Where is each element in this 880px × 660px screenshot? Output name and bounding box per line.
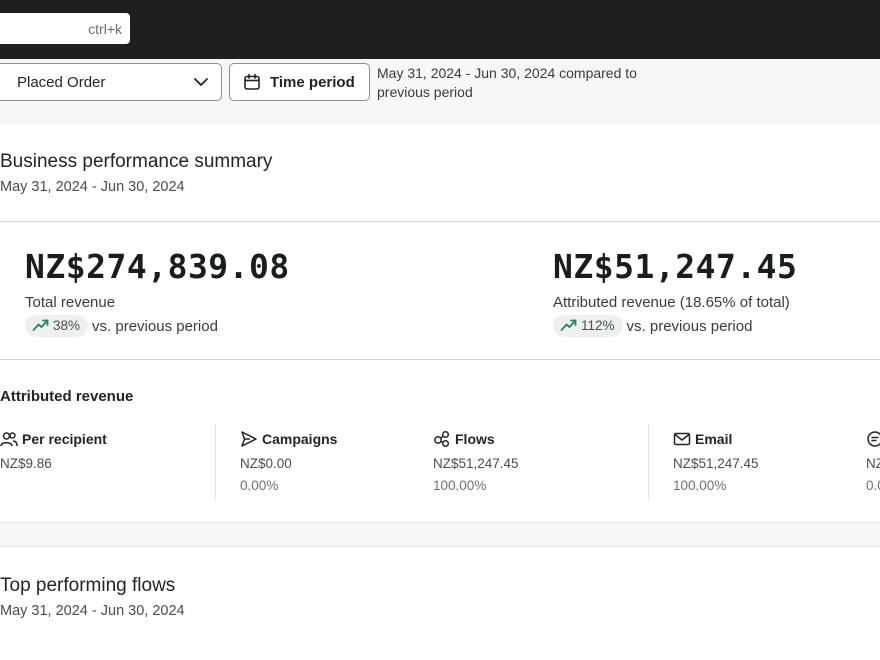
stat-percent: 100.00% bbox=[673, 478, 727, 493]
search-shortcut-hint: ctrl+k bbox=[88, 21, 122, 37]
change-value: 112% bbox=[581, 318, 615, 333]
stat-campaigns: Campaigns NZ$0.00 0.00% bbox=[240, 430, 337, 493]
stat-per-recipient: Per recipient NZ$9.86 bbox=[0, 430, 107, 471]
stat-label: Campaigns bbox=[262, 431, 338, 447]
change-suffix: vs. previous period bbox=[92, 317, 218, 335]
sms-icon bbox=[867, 431, 880, 447]
total-revenue-change: 38% vs. previous period bbox=[25, 315, 218, 337]
attributed-revenue-title: Attributed revenue bbox=[0, 388, 134, 405]
mail-icon bbox=[673, 432, 691, 446]
stat-value: NZ$51,247.45 bbox=[673, 456, 759, 471]
stat-percent: 100.00% bbox=[433, 478, 487, 493]
send-icon bbox=[241, 431, 257, 447]
divider bbox=[215, 424, 216, 499]
metric-select[interactable]: Placed Order bbox=[0, 63, 222, 101]
stat-email: Email NZ$51,247.45 100.00% bbox=[673, 430, 759, 493]
total-revenue-amount: NZ$274,839.08 bbox=[25, 247, 290, 286]
stat-percent: 0.0 bbox=[866, 478, 880, 493]
stat-flows: Flows NZ$51,247.45 100.00% bbox=[433, 430, 519, 493]
time-period-button[interactable]: Time period bbox=[229, 63, 370, 101]
top-bar: ctrl+k bbox=[0, 0, 880, 59]
people-icon bbox=[0, 432, 18, 447]
stat-label: Flows bbox=[455, 431, 495, 447]
revenue-summary-box: NZ$274,839.08 Total revenue 38% vs. prev… bbox=[0, 221, 880, 360]
flows-icon bbox=[434, 430, 450, 448]
period-comparison-text: May 31, 2024 - Jun 30, 2024 compared to … bbox=[377, 65, 637, 100]
chevron-down-icon bbox=[194, 78, 208, 86]
section-date-range: May 31, 2024 - Jun 30, 2024 bbox=[0, 179, 185, 195]
top-flows-card: Top performing flows May 31, 2024 - Jun … bbox=[0, 546, 880, 660]
time-period-button-label: Time period bbox=[270, 74, 355, 91]
search-input[interactable]: ctrl+k bbox=[0, 13, 130, 44]
filter-row: Placed Order Time period May 31, 2024 - … bbox=[0, 59, 880, 125]
calendar-icon bbox=[244, 73, 260, 90]
change-value: 38% bbox=[53, 318, 81, 333]
change-suffix: vs. previous period bbox=[626, 317, 753, 335]
section-title: Top performing flows bbox=[0, 575, 176, 596]
stat-value: NZ bbox=[866, 456, 880, 471]
section-title: Business performance summary bbox=[0, 151, 273, 172]
trend-up-icon bbox=[560, 319, 577, 331]
stat-value: NZ$9.86 bbox=[0, 456, 52, 471]
trend-up-icon bbox=[32, 319, 49, 331]
attributed-revenue-change: 112% vs. previous period bbox=[553, 315, 752, 337]
divider bbox=[648, 424, 649, 499]
stat-sms: NZ 0.0 bbox=[866, 430, 880, 493]
business-performance-card: Business performance summary May 31, 202… bbox=[0, 125, 880, 523]
stat-value: NZ$51,247.45 bbox=[433, 456, 519, 471]
change-badge: 112% bbox=[553, 315, 623, 337]
attributed-revenue-label: Attributed revenue (18.65% of total) bbox=[553, 294, 790, 311]
attributed-revenue-amount: NZ$51,247.45 bbox=[553, 247, 798, 286]
stat-label: Email bbox=[695, 431, 733, 447]
stat-value: NZ$0.00 bbox=[240, 456, 292, 471]
total-revenue-label: Total revenue bbox=[25, 294, 116, 311]
section-date-range: May 31, 2024 - Jun 30, 2024 bbox=[0, 603, 185, 619]
stat-percent: 0.00% bbox=[240, 478, 279, 493]
change-badge: 38% bbox=[25, 315, 89, 337]
metric-select-value: Placed Order bbox=[17, 74, 106, 91]
stat-label: Per recipient bbox=[22, 431, 107, 447]
